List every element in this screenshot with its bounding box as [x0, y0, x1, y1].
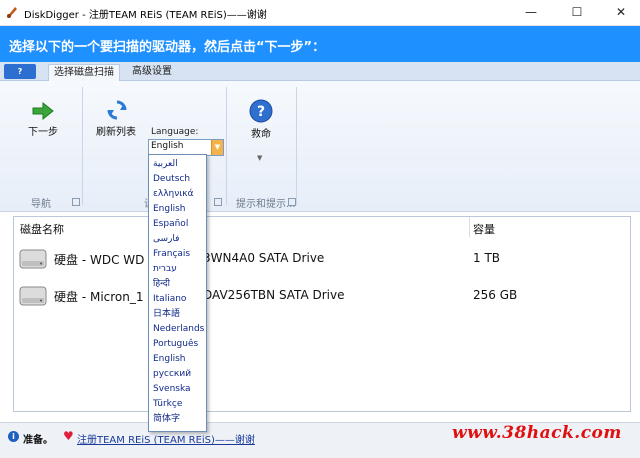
refresh-label: 刷新列表: [96, 127, 136, 138]
instruction-banner: 选择以下的一个要扫描的驱动器，然后点击“下一步”：: [0, 26, 640, 62]
table-row[interactable]: 硬盘 - WDC WD 3WN4A0 SATA Drive 1 TB: [14, 241, 630, 275]
maximize-button[interactable]: ☐: [554, 0, 600, 25]
svg-text:?: ?: [257, 104, 265, 120]
tab-advanced-settings[interactable]: 高级设置: [127, 64, 177, 80]
language-option[interactable]: 简体字: [149, 412, 206, 427]
refresh-list-button[interactable]: 刷新列表: [92, 99, 142, 139]
language-option[interactable]: 日本語: [149, 307, 206, 322]
drive-name: 硬盘 - WDC WD: [54, 253, 145, 267]
next-button[interactable]: 下一步: [20, 99, 66, 139]
next-label: 下一步: [28, 127, 58, 138]
ribbon-divider: [82, 87, 83, 205]
drive-name: 硬盘 - Micron_1: [54, 290, 144, 304]
column-header-size[interactable]: 容量: [473, 221, 495, 237]
rescue-dropdown-arrow-icon[interactable]: ▼: [257, 154, 262, 162]
column-divider: [469, 217, 470, 237]
language-option[interactable]: فارسی: [149, 232, 206, 247]
group-label-tips: 提示和提示...: [236, 199, 296, 210]
heart-icon: ♥: [63, 429, 74, 443]
drive-size: 1 TB: [473, 251, 501, 265]
status-bar: i 准备。 ♥ 注册TEAM REiS (TEAM REiS)——谢谢 www.…: [0, 422, 640, 458]
language-option[interactable]: Türkçe: [149, 397, 206, 412]
register-link[interactable]: 注册TEAM REiS (TEAM REiS)——谢谢: [77, 431, 255, 446]
ribbon-divider: [296, 87, 297, 205]
tab-select-disk[interactable]: 选择磁盘扫描: [48, 64, 120, 81]
language-option[interactable]: English: [149, 352, 206, 367]
language-option[interactable]: Français: [149, 247, 206, 262]
ribbon-divider: [226, 87, 227, 205]
help-tab-button[interactable]: ?: [4, 64, 36, 79]
watermark-text: www.38hack.com: [452, 423, 622, 443]
chevron-down-icon[interactable]: ▼: [211, 140, 223, 155]
language-dropdown-list: العربية Deutsch ελληνικά English Español…: [148, 154, 207, 432]
minimize-button[interactable]: —: [508, 0, 554, 25]
diskdigger-icon: [7, 7, 17, 18]
ribbon-tabstrip: ? 选择磁盘扫描 高级设置: [0, 62, 640, 81]
window-title: DiskDigger - 注册TEAM REiS (TEAM REiS)——谢谢: [24, 10, 267, 21]
language-option[interactable]: Italiano: [149, 292, 206, 307]
hard-drive-icon: [19, 286, 47, 306]
nav-group-launcher-icon[interactable]: [72, 198, 80, 206]
drive-size: 256 GB: [473, 288, 518, 302]
language-option[interactable]: Deutsch: [149, 172, 206, 187]
language-option[interactable]: Svenska: [149, 382, 206, 397]
language-option[interactable]: עברית: [149, 262, 206, 277]
settings-group-launcher-icon[interactable]: [214, 198, 222, 206]
language-option[interactable]: हिन्दी: [149, 277, 206, 292]
close-button[interactable]: ✕: [598, 0, 640, 25]
instruction-text: 选择以下的一个要扫描的驱动器，然后点击“下一步”：: [9, 40, 326, 55]
language-option[interactable]: Español: [149, 217, 206, 232]
language-option[interactable]: русский: [149, 367, 206, 382]
help-icon: ?: [249, 99, 273, 123]
language-label: Language:: [151, 127, 199, 137]
info-icon: i: [8, 431, 19, 442]
status-ready: 准备。: [23, 435, 53, 446]
drive-name-continued: DAV256TBN SATA Drive: [203, 288, 345, 302]
drive-name-continued: 3WN4A0 SATA Drive: [203, 251, 325, 265]
language-option[interactable]: Português: [149, 337, 206, 352]
rescue-button[interactable]: ? 救命: [244, 99, 278, 149]
tips-group-launcher-icon[interactable]: [288, 198, 296, 206]
group-label-nav: 导航: [31, 199, 51, 210]
language-value: English: [151, 141, 184, 151]
language-option[interactable]: Nederlands: [149, 322, 206, 337]
language-option[interactable]: English: [149, 202, 206, 217]
drive-list: 磁盘名称 容量 硬盘 - WDC WD 3WN4A0 SATA Drive 1 …: [13, 216, 631, 412]
ribbon-panel: 下一步 导航 刷新列表 Language: English ▼ 设 ? 救命 ▼…: [0, 81, 640, 212]
rescue-label: 救命: [251, 129, 271, 140]
title-bar: DiskDigger - 注册TEAM REiS (TEAM REiS)——谢谢…: [0, 0, 640, 26]
refresh-icon: [107, 100, 127, 120]
table-row[interactable]: 硬盘 - Micron_1 DAV256TBN SATA Drive 256 G…: [14, 278, 630, 312]
hard-drive-icon: [19, 249, 47, 269]
next-arrow-icon: [32, 101, 54, 121]
column-header-name[interactable]: 磁盘名称: [20, 221, 64, 237]
language-option[interactable]: العربية: [149, 157, 206, 172]
language-option[interactable]: ελληνικά: [149, 187, 206, 202]
